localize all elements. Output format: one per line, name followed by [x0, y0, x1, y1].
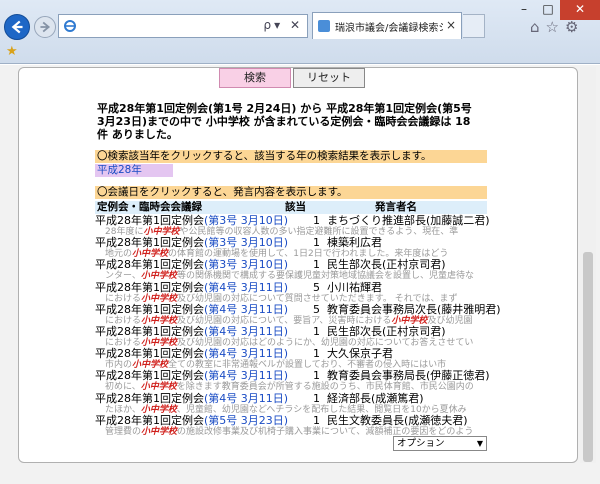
- meeting-date-link[interactable]: (第3号 3月10日): [204, 214, 288, 227]
- page-content: 検索 リセット 平成28年第1回定例会(第1号 2月24日) から 平成28年第…: [0, 65, 600, 484]
- results-header: 定例会・臨時会会議録 該当 発言者名: [95, 201, 487, 214]
- meeting-date-link[interactable]: (第4号 3月11日): [204, 347, 288, 360]
- item-count: 1: [313, 369, 320, 383]
- result-row: 平成28年第1回定例会(第4号 3月11日) 1 教育委員会事務局長(伊藤正徳君) 初…: [95, 369, 565, 393]
- speaker-name: 教育委員会事務局次長(藤井雅明君): [327, 302, 501, 316]
- result-session: 平成28年第1回定例会(第4号 3月11日): [95, 280, 288, 294]
- keyword-highlight: 小中学校: [141, 426, 178, 437]
- session-name: 平成28年第1回定例会: [95, 325, 204, 338]
- favorites-star-icon[interactable]: ★: [6, 44, 18, 59]
- tab-close-icon[interactable]: ×: [446, 18, 456, 32]
- result-summary: 平成28年第1回定例会(第1号 2月24日) から 平成28年第1回定例会(第5…: [97, 102, 472, 141]
- item-count: 1: [313, 325, 320, 338]
- result-session: 平成28年第1回定例会(第5号 3月23日): [95, 413, 288, 427]
- select-value: オプション: [397, 438, 445, 449]
- speaker-name: 棟築利広君: [327, 236, 382, 250]
- back-arrow-icon: [11, 20, 23, 34]
- tab-page-icon: [318, 20, 330, 32]
- speaker-name: 民生部次長(正村京司君): [327, 258, 446, 272]
- result-row: 平成28年第1回定例会(第3号 3月10日) 1 まちづくり推進部長(加藤誠二君) 2…: [95, 214, 565, 238]
- close-window-button[interactable]: ✕: [560, 0, 600, 20]
- item-count: 1: [313, 236, 320, 250]
- option-select[interactable]: オプション ▼: [393, 436, 487, 451]
- item-count: 1: [313, 258, 320, 272]
- session-name: 平成28年第1回定例会: [95, 369, 204, 383]
- result-row: 平成28年第1回定例会(第3号 3月10日) 1 棟築利広君 地元の小中学校の体育館の…: [95, 236, 565, 260]
- meeting-date-link[interactable]: (第5号 3月23日): [204, 414, 288, 427]
- forward-arrow-icon: [40, 21, 51, 33]
- browser-titlebar: ρ▾ ✕ 瑞浪市議会/会議録検索シ... × – □ ✕ ⌂☆⚙ ★: [0, 0, 600, 64]
- result-row: 平成28年第1回定例会(第4号 3月11日) 1 大久保京子君 市内の小中学校全ての教…: [95, 347, 565, 371]
- result-row: 平成28年第1回定例会(第4号 3月11日) 1 民生部次長(正村京司君) における小…: [95, 325, 565, 349]
- button-row: 検索 リセット: [219, 68, 379, 90]
- address-bar[interactable]: ρ▾ ✕: [58, 14, 308, 38]
- result-session: 平成28年第1回定例会(第3号 3月10日): [95, 259, 288, 271]
- item-count: 1: [313, 347, 320, 361]
- result-row: 平成28年第1回定例会(第4号 3月11日) 5 小川祐輝君 における小中学校及び幼児…: [95, 280, 565, 304]
- session-name: 平成28年第1回定例会: [95, 391, 204, 405]
- result-session: 平成28年第1回定例会(第3号 3月10日): [95, 215, 288, 227]
- reset-button[interactable]: リセット: [293, 68, 365, 88]
- speaker-name: まちづくり推進部長(加藤誠二君): [327, 214, 490, 227]
- header-speaker: 発言者名: [375, 201, 417, 213]
- header-item: 該当: [285, 201, 306, 213]
- result-row: 平成28年第1回定例会(第4号 3月11日) 1 経済部長(成瀬篤君) たほか、小中学…: [95, 391, 565, 415]
- item-count: 5: [313, 302, 320, 316]
- result-session: 平成28年第1回定例会(第4号 3月11日): [95, 348, 288, 360]
- meeting-date-link[interactable]: (第4号 3月11日): [204, 325, 288, 338]
- tab-title: 瑞浪市議会/会議録検索シ...: [335, 23, 443, 34]
- session-name: 平成28年第1回定例会: [95, 214, 204, 227]
- minimize-button[interactable]: –: [512, 0, 536, 20]
- year-instruction: 〇検索該当年をクリックすると、該当する年の検索結果を表示します。: [95, 150, 487, 163]
- ie-icon: [64, 20, 76, 32]
- meeting-instruction: 〇会議日をクリックすると、発言内容を表示します。: [95, 186, 487, 199]
- result-session: 平成28年第1回定例会(第3号 3月10日): [95, 237, 288, 249]
- vertical-scrollbar[interactable]: [580, 67, 596, 463]
- speaker-name: 民生文教委員長(成瀬徳夫君): [327, 413, 468, 427]
- session-name: 平成28年第1回定例会: [95, 347, 204, 361]
- session-name: 平成28年第1回定例会: [95, 413, 204, 427]
- session-name: 平成28年第1回定例会: [95, 258, 204, 272]
- session-name: 平成28年第1回定例会: [95, 236, 204, 250]
- meeting-date-link[interactable]: (第4号 3月11日): [204, 281, 288, 294]
- search-results-frame: 検索 リセット 平成28年第1回定例会(第1号 2月24日) から 平成28年第…: [18, 67, 578, 463]
- item-count: 1: [313, 391, 320, 405]
- meeting-date-link[interactable]: (第4号 3月11日): [204, 303, 288, 316]
- session-name: 平成28年第1回定例会: [95, 280, 204, 294]
- speaker-name: 経済部長(成瀬篤君): [327, 391, 424, 405]
- back-button[interactable]: [4, 14, 30, 40]
- item-count: 1: [313, 214, 320, 227]
- meeting-date-link[interactable]: (第4号 3月11日): [204, 392, 288, 405]
- speaker-name: 大久保京子君: [327, 347, 393, 361]
- speaker-name: 教育委員会事務局長(伊藤正徳君): [327, 369, 490, 383]
- scrollbar-thumb[interactable]: [583, 252, 593, 462]
- address-tools[interactable]: ρ▾ ✕: [263, 18, 303, 32]
- chevron-down-icon: ▼: [476, 439, 483, 448]
- result-session: 平成28年第1回定例会(第4号 3月11日): [95, 370, 288, 382]
- speaker-name: 民生部次長(正村京司君): [327, 325, 446, 338]
- session-name: 平成28年第1回定例会: [95, 302, 204, 316]
- meeting-date-link[interactable]: (第3号 3月10日): [204, 258, 288, 271]
- new-tab-button[interactable]: [463, 14, 485, 38]
- result-session: 平成28年第1回定例会(第4号 3月11日): [95, 391, 288, 405]
- result-row: 平成28年第1回定例会(第5号 3月23日) 1 民生文教委員長(成瀬徳夫君) 管理費…: [95, 413, 565, 437]
- forward-button[interactable]: [34, 16, 56, 38]
- result-session: 平成28年第1回定例会(第4号 3月11日): [95, 302, 288, 316]
- browser-tab[interactable]: 瑞浪市議会/会議録検索シ... ×: [312, 12, 462, 39]
- result-session: 平成28年第1回定例会(第4号 3月11日): [95, 326, 288, 338]
- year-link[interactable]: 平成28年: [95, 164, 173, 177]
- meeting-date-link[interactable]: (第4号 3月11日): [204, 369, 288, 382]
- result-row: 平成28年第1回定例会(第4号 3月11日) 5 教育委員会事務局次長(藤井雅明君)…: [95, 302, 565, 326]
- speaker-name: 小川祐輝君: [327, 280, 382, 294]
- header-meeting: 定例会・臨時会会議録: [97, 201, 202, 213]
- search-button[interactable]: 検索: [219, 68, 291, 88]
- item-count: 5: [313, 280, 320, 294]
- maximize-button[interactable]: □: [536, 0, 560, 20]
- meeting-date-link[interactable]: (第3号 3月10日): [204, 236, 288, 249]
- toolbar-icons[interactable]: ⌂☆⚙: [530, 18, 600, 38]
- result-row: 平成28年第1回定例会(第3号 3月10日) 1 民生部次長(正村京司君) ンター、小…: [95, 258, 565, 282]
- item-count: 1: [313, 413, 320, 427]
